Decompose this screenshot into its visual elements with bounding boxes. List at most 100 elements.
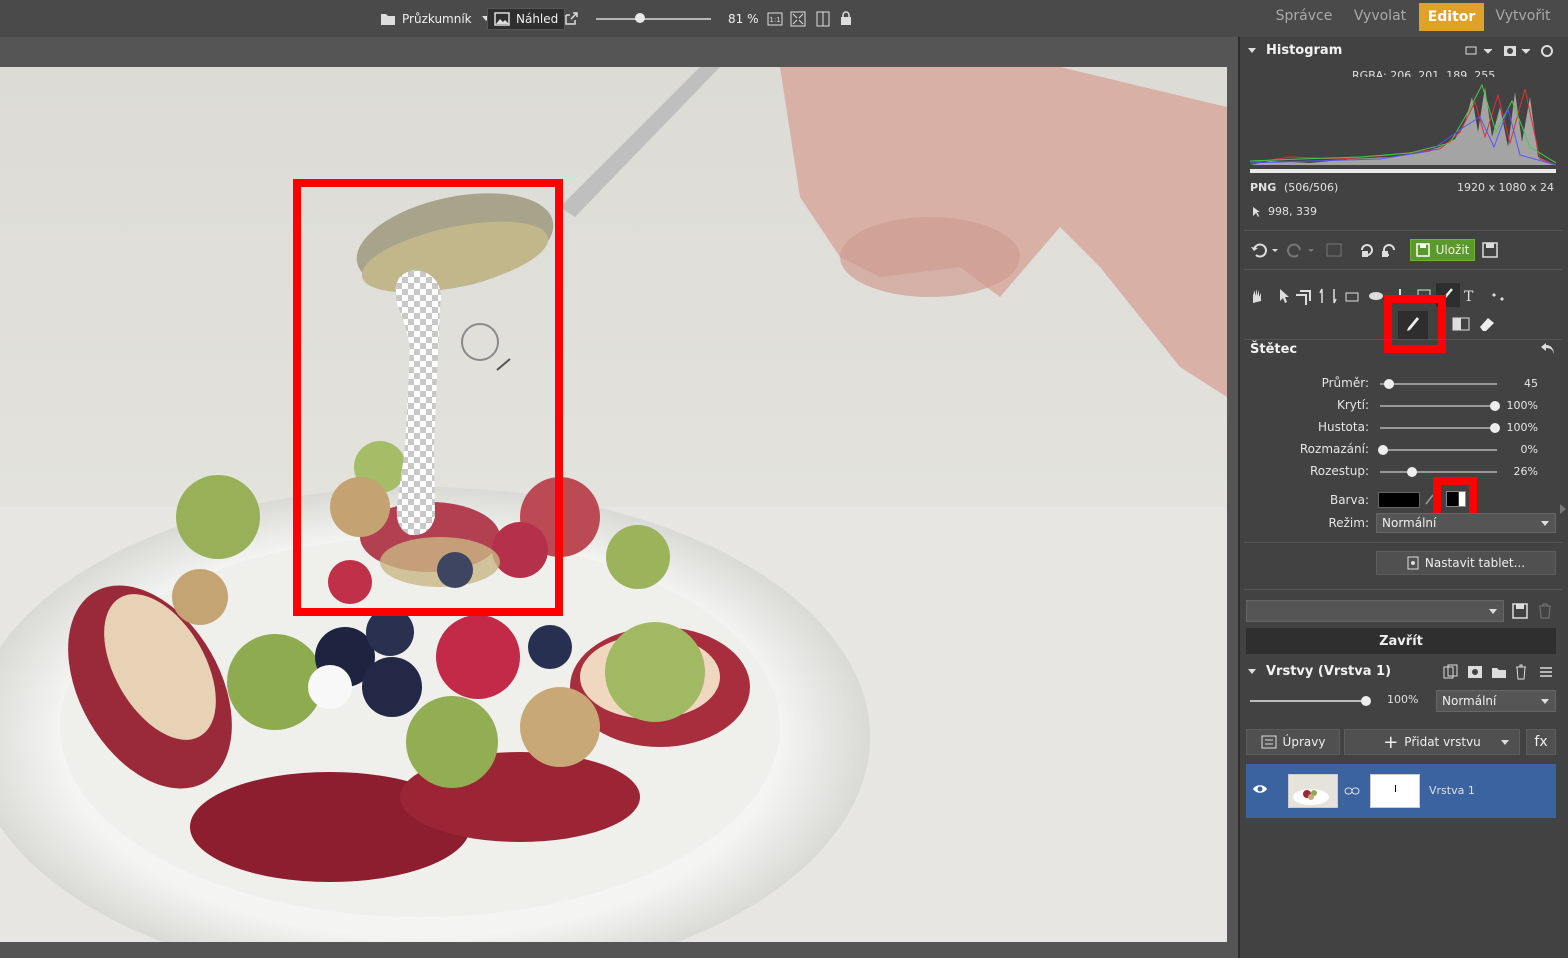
zoom-slider-knob[interactable]	[634, 13, 645, 23]
layer-row[interactable]: Vrstva 1	[1246, 764, 1556, 818]
fx-button[interactable]: fx	[1526, 729, 1556, 755]
brush-row-label: Hustota:	[1317, 420, 1369, 434]
canvas-area[interactable]	[0, 37, 1238, 958]
gradient-icon[interactable]	[1452, 316, 1470, 332]
tab-create[interactable]: Vytvořit	[1486, 0, 1560, 32]
blend-mode-value: Normální	[1442, 694, 1497, 708]
preview-toggle[interactable]: Náhled	[487, 0, 566, 37]
brush-row-knob[interactable]	[1378, 445, 1388, 455]
divider	[1244, 589, 1562, 590]
zoom-readout: 81 %	[728, 11, 759, 26]
brush-row-knob[interactable]	[1383, 379, 1394, 389]
chevron-down-icon	[1541, 521, 1549, 526]
external-link-icon	[565, 11, 578, 25]
zoom-1to1-button[interactable]: 1:1	[767, 0, 783, 37]
tablet-settings-button[interactable]: Nastavit tablet...	[1376, 551, 1556, 575]
photo-canvas[interactable]	[0, 67, 1227, 942]
tab-manager[interactable]: Správce	[1266, 0, 1342, 32]
preview-label: Náhled	[516, 11, 559, 26]
mode-label: Režim:	[1328, 516, 1369, 530]
brush-row-value: 100%	[1506, 399, 1538, 412]
layer-mask-thumbnail[interactable]	[1370, 774, 1420, 808]
image-dimensions: 1920 x 1080 x 24	[1457, 181, 1554, 194]
brush-row-value: 26%	[1513, 465, 1538, 478]
top-bar: Průzkumník Náhled 81 % 1:1 Správce Vyvol…	[0, 0, 1568, 37]
visibility-eye-icon[interactable]	[1252, 783, 1268, 795]
external-link-button[interactable]	[564, 0, 578, 37]
mode-value: Normální	[1382, 516, 1437, 530]
histogram-chart	[1250, 77, 1556, 173]
rotate-icons[interactable]	[1358, 241, 1398, 259]
compare-icon	[816, 11, 830, 26]
histogram-options-icons[interactable]	[1464, 44, 1564, 58]
save-as-icon[interactable]	[1482, 242, 1498, 258]
save-preset-icon[interactable]	[1512, 603, 1528, 619]
mode-select[interactable]: Normální	[1376, 513, 1556, 533]
layer-thumbnail-image	[1293, 789, 1329, 805]
brush-row-label: Rozestup:	[1309, 464, 1369, 478]
panel-expand-icon[interactable]	[1559, 503, 1567, 515]
photo-image	[0, 67, 1227, 942]
histogram-header[interactable]: Histogram	[1248, 43, 1342, 58]
tablet-label: Nastavit tablet...	[1424, 556, 1526, 570]
tools-row[interactable]: T	[1250, 287, 1510, 305]
adjustments-button[interactable]: Úpravy	[1246, 729, 1340, 755]
cursor-position: 998, 339	[1268, 205, 1317, 218]
tablet-icon	[1407, 556, 1419, 570]
layers-header[interactable]: Vrstvy (Vrstva 1)	[1248, 664, 1391, 679]
layer-opacity-value: 100%	[1387, 693, 1419, 706]
svg-text:T: T	[1464, 289, 1474, 305]
layer-opacity-knob[interactable]	[1361, 696, 1371, 706]
folder-icon	[381, 13, 395, 25]
brush-row-label: Rozmazání:	[1299, 442, 1369, 456]
fit-screen-icon	[790, 11, 806, 26]
image-history-icon[interactable]	[1326, 243, 1342, 257]
reset-icon[interactable]	[1540, 341, 1556, 355]
compare-button[interactable]	[815, 0, 831, 37]
brush-row-knob[interactable]	[1407, 467, 1418, 477]
color-label: Barva:	[1329, 493, 1369, 507]
browser-menu[interactable]: Průzkumník	[380, 0, 490, 37]
layer-opacity-slider[interactable]	[1250, 700, 1366, 702]
svg-text:1:1: 1:1	[769, 16, 780, 24]
tab-develop[interactable]: Vyvolat	[1344, 0, 1416, 32]
blend-mode-select[interactable]: Normální	[1436, 690, 1556, 712]
tab-editor[interactable]: Editor	[1419, 3, 1484, 31]
collapse-icon[interactable]	[1248, 48, 1256, 53]
redo-icon[interactable]	[1286, 242, 1316, 258]
browser-label: Průzkumník	[402, 11, 472, 26]
layer-actions[interactable]	[1442, 664, 1558, 680]
save-button[interactable]: Uložit	[1410, 239, 1475, 261]
add-layer-button[interactable]: + Přidat vrstvu	[1344, 729, 1520, 755]
layer-name: Vrstva 1	[1429, 784, 1475, 797]
chevron-down-icon[interactable]	[1501, 740, 1509, 745]
brush-row-value: 100%	[1506, 421, 1538, 434]
brush-title: Štětec	[1250, 342, 1298, 357]
zoom-slider[interactable]	[596, 18, 711, 20]
add-layer-label: Přidat vrstvu	[1404, 735, 1481, 749]
brush-row-label: Krytí:	[1337, 398, 1369, 412]
color-swatch[interactable]	[1378, 492, 1420, 508]
save-label: Uložit	[1435, 243, 1470, 257]
delete-preset-icon[interactable]	[1538, 603, 1552, 619]
preset-select[interactable]	[1246, 600, 1504, 622]
close-button[interactable]: Zavřít	[1246, 628, 1556, 654]
eraser-icon[interactable]	[1478, 316, 1496, 332]
layer-thumbnail[interactable]	[1288, 774, 1338, 808]
fit-screen-button[interactable]	[790, 0, 806, 37]
collapse-icon[interactable]	[1248, 669, 1256, 674]
pointer-icon	[1253, 207, 1260, 217]
lock-icon	[841, 11, 851, 25]
lock-button[interactable]	[840, 0, 852, 37]
file-index: (506/506)	[1284, 181, 1339, 194]
save-icon	[1415, 243, 1430, 257]
divider	[1244, 230, 1562, 231]
link-icon[interactable]	[1344, 786, 1360, 796]
plus-icon: +	[1383, 731, 1399, 753]
brush-row-label: Průměr:	[1321, 376, 1369, 390]
undo-icon[interactable]	[1250, 242, 1280, 258]
adjustments-icon	[1261, 735, 1277, 749]
divider	[1244, 339, 1562, 340]
histogram-title: Histogram	[1266, 43, 1343, 58]
brush-header: Štětec	[1250, 342, 1297, 357]
